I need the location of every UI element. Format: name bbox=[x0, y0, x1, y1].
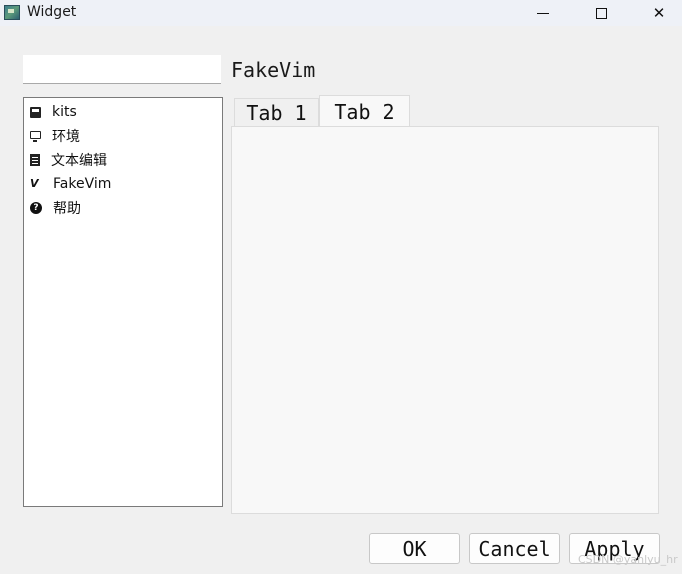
tab-label: Tab 2 bbox=[334, 99, 395, 124]
cancel-button[interactable]: Cancel bbox=[469, 533, 560, 564]
document-icon bbox=[30, 154, 40, 166]
close-button[interactable]: ✕ bbox=[636, 0, 682, 26]
sidebar-item-label: kits bbox=[52, 104, 77, 120]
options-category-list[interactable]: kits 环境 文本编辑 V FakeVim ? 帮助 bbox=[23, 97, 223, 507]
sidebar-item-label: FakeVim bbox=[53, 176, 112, 192]
help-icon: ? bbox=[30, 202, 42, 214]
tab-content-panel bbox=[231, 126, 659, 514]
tab-2[interactable]: Tab 2 bbox=[319, 95, 410, 127]
sidebar-item-label: 环境 bbox=[52, 129, 80, 145]
app-icon bbox=[4, 5, 20, 20]
sidebar-item-label: 帮助 bbox=[53, 201, 81, 217]
page-title: FakeVim bbox=[231, 58, 316, 82]
ok-button[interactable]: OK bbox=[369, 533, 460, 564]
watermark: CSDN @yanlyu_hr bbox=[578, 553, 678, 566]
monitor-icon bbox=[30, 131, 41, 142]
kits-icon bbox=[30, 106, 41, 118]
close-icon: ✕ bbox=[652, 4, 666, 22]
minimize-icon bbox=[537, 12, 549, 14]
window-title: Widget bbox=[27, 4, 77, 20]
sidebar-item-environment[interactable]: 环境 bbox=[30, 125, 216, 147]
sidebar-item-help[interactable]: ? 帮助 bbox=[30, 197, 216, 219]
sidebar-item-label: 文本编辑 bbox=[51, 153, 107, 169]
maximize-button[interactable] bbox=[578, 0, 624, 26]
vim-icon: V bbox=[30, 177, 39, 190]
minimize-button[interactable] bbox=[520, 0, 566, 26]
sidebar-item-text-editor[interactable]: 文本编辑 bbox=[30, 149, 216, 171]
filter-input[interactable] bbox=[23, 55, 221, 84]
maximize-icon bbox=[595, 7, 607, 19]
tab-label: Tab 1 bbox=[246, 100, 307, 125]
tab-1[interactable]: Tab 1 bbox=[234, 98, 319, 126]
title-bar: Widget ✕ bbox=[0, 0, 682, 26]
sidebar-item-fakevim[interactable]: V FakeVim bbox=[30, 173, 216, 195]
sidebar-item-kits[interactable]: kits bbox=[30, 101, 216, 123]
